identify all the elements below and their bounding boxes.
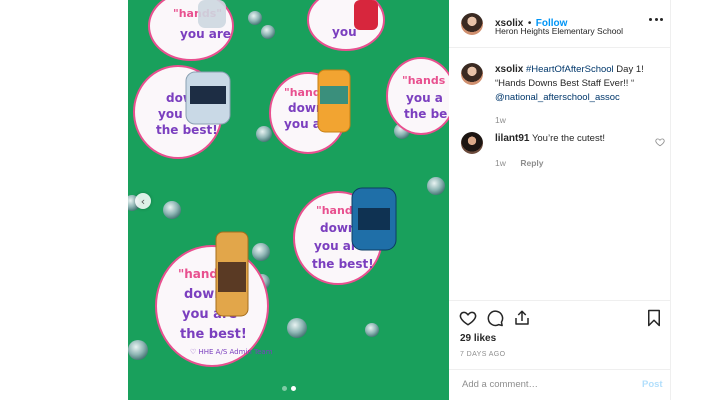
- bookmark-icon[interactable]: [645, 309, 663, 327]
- comment-item: lilant91 You’re the cutest!: [495, 133, 605, 144]
- reply-button[interactable]: Reply: [520, 158, 543, 168]
- share-icon[interactable]: [513, 309, 531, 327]
- svg-text:you are: you are: [180, 27, 231, 41]
- caption-username[interactable]: xsolix: [495, 64, 523, 75]
- post-header: xsolix • Follow Heron Heights Elementary…: [449, 0, 671, 48]
- post-date: 7 DAYS AGO: [460, 351, 506, 358]
- comment-bar: Post: [449, 369, 671, 401]
- svg-text:the best!: the best!: [156, 123, 218, 137]
- caption-mention[interactable]: @national_afterschool_assoc: [495, 92, 620, 103]
- photo-illustration: "hands" you are you down you are the bes…: [128, 0, 449, 400]
- caption-hashtag[interactable]: #HeartOfAfterSchool: [526, 64, 614, 75]
- carousel-dot-active: [291, 386, 296, 391]
- caption-avatar[interactable]: [461, 63, 483, 85]
- post-comment-button[interactable]: Post: [642, 379, 663, 390]
- comment-input[interactable]: [460, 378, 634, 391]
- comment-username[interactable]: lilant91: [495, 133, 529, 144]
- post-photo[interactable]: "hands" you are you down you are the bes…: [128, 0, 449, 400]
- svg-text:you a: you a: [406, 91, 443, 105]
- location-link[interactable]: Heron Heights Elementary School: [495, 26, 623, 36]
- svg-text:♡ HHE A/S Admin Team: ♡ HHE A/S Admin Team: [190, 348, 273, 356]
- caption-time: 1w: [495, 115, 506, 125]
- svg-text:the best!: the best!: [312, 257, 374, 271]
- carousel-dot: [282, 386, 287, 391]
- chevron-left-icon[interactable]: ‹: [135, 193, 151, 209]
- author-avatar[interactable]: [461, 13, 483, 35]
- svg-text:down: down: [320, 221, 356, 235]
- comment-heart-icon[interactable]: [655, 137, 665, 147]
- card-middle-right: "hands you a the be: [386, 57, 449, 135]
- svg-text:the be: the be: [404, 107, 447, 121]
- caption-text-1: Day 1!: [616, 64, 644, 75]
- caption: xsolix #HeartOfAfterSchool Day 1! “Hands…: [495, 63, 665, 127]
- caption-text-2: “Hands Downs Best Staff Ever!! “: [495, 78, 635, 89]
- post-actions: 29 likes 7 DAYS AGO Post: [449, 300, 671, 401]
- comment-meta: 1w Reply: [495, 153, 543, 171]
- svg-text:"hands: "hands: [402, 74, 446, 87]
- comment-time: 1w: [495, 158, 506, 168]
- comment-text: You’re the cutest!: [531, 133, 605, 144]
- heart-icon[interactable]: [459, 309, 477, 327]
- likes-count[interactable]: 29 likes: [460, 333, 496, 344]
- svg-text:you: you: [332, 25, 357, 39]
- comment-icon[interactable]: [486, 309, 504, 327]
- more-icon[interactable]: [649, 16, 663, 22]
- svg-text:the best!: the best!: [180, 327, 247, 342]
- post-side-panel: xsolix • Follow Heron Heights Elementary…: [449, 0, 671, 400]
- commenter-avatar[interactable]: [461, 132, 483, 154]
- carousel-dots: [282, 386, 296, 391]
